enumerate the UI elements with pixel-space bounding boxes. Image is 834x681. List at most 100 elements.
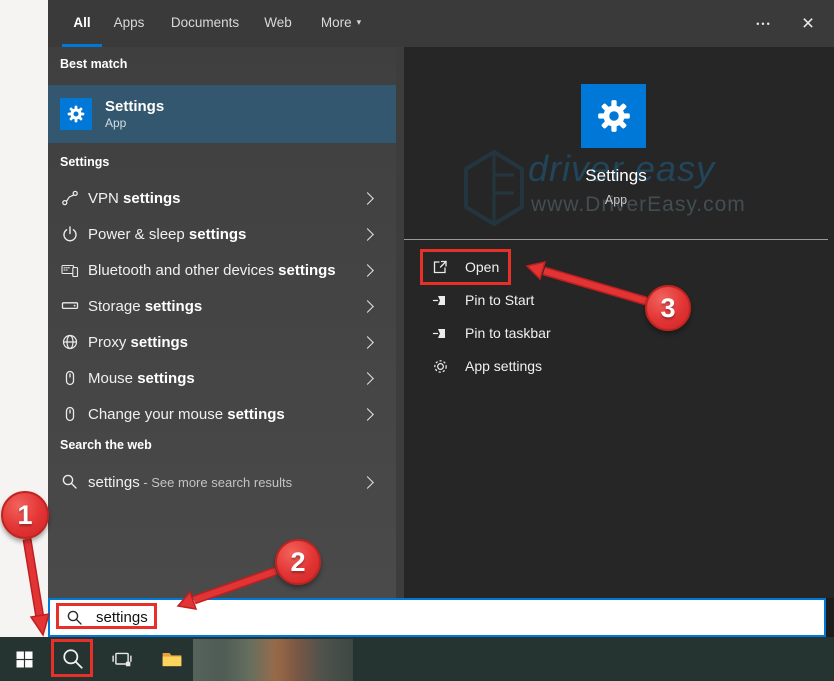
search-box[interactable] — [48, 598, 826, 637]
step-number: 2 — [290, 546, 306, 577]
pin-icon — [431, 291, 449, 309]
preview-panel: driver easy www.DriverEasy.com Settings … — [404, 47, 834, 598]
result-text-bold: settings — [130, 333, 189, 351]
tab-all[interactable]: All — [62, 0, 102, 47]
tab-more[interactable]: More ▾ — [314, 0, 368, 44]
close-icon[interactable]: × — [788, 0, 828, 47]
tab-more-label: More — [320, 14, 352, 30]
result-text-pre: Mouse — [88, 369, 138, 387]
step-number: 3 — [660, 292, 676, 323]
result-text-pre: Storage — [88, 297, 145, 315]
settings-section-header: Settings — [60, 155, 110, 169]
chevron-right-icon[interactable] — [361, 407, 374, 421]
action-pin-to-taskbar[interactable]: Pin to taskbar — [404, 317, 834, 349]
result-storage-settings[interactable]: Storage settings — [48, 288, 396, 324]
chevron-right-icon[interactable] — [361, 299, 374, 313]
action-label: Pin to Start — [465, 292, 535, 308]
result-web-search[interactable]: settings - See more search results — [48, 464, 396, 500]
action-pin-to-start[interactable]: Pin to Start — [404, 284, 834, 316]
devices-icon — [61, 261, 79, 279]
search-input[interactable] — [94, 608, 748, 627]
result-text-bold: settings — [188, 225, 247, 243]
mouse-icon — [61, 369, 79, 387]
tab-apps[interactable]: Apps — [112, 0, 146, 44]
action-app-settings[interactable]: App settings — [404, 350, 834, 382]
result-text: Mouse settings — [88, 370, 195, 387]
best-match-text: Settings App — [105, 97, 164, 131]
result-text: Storage settings — [88, 298, 202, 315]
vpn-icon — [61, 189, 79, 207]
settings-app-tile — [60, 98, 92, 130]
result-vpn-settings[interactable]: VPN settings — [48, 180, 396, 216]
result-change-mouse-settings[interactable]: Change your mouse settings — [48, 396, 396, 432]
windows-search-screen: All Apps Documents Web More ▾ ••• × Best … — [0, 0, 834, 681]
result-text-pre: Bluetooth and other devices — [88, 261, 279, 279]
result-bluetooth-devices-settings[interactable]: Bluetooth and other devices settings — [48, 252, 396, 288]
windows-logo-icon — [16, 651, 32, 667]
tab-apps-label: Apps — [113, 14, 145, 30]
chevron-right-icon[interactable] — [361, 371, 374, 385]
tab-web-label: Web — [264, 14, 292, 30]
result-text-pre: Change your mouse — [88, 405, 228, 423]
desktop-background — [0, 0, 48, 637]
result-text: Proxy settings — [88, 334, 188, 351]
result-proxy-settings[interactable]: Proxy settings — [48, 324, 396, 360]
result-text-bold: settings — [144, 297, 203, 315]
best-match-subtitle: App — [105, 116, 127, 130]
result-text: Bluetooth and other devices settings — [88, 262, 336, 279]
results-panel: Best match Settings App Settings VPN set… — [48, 47, 396, 598]
annotation-step-3: 3 — [645, 285, 691, 331]
gear-icon — [431, 357, 449, 375]
annotation-box-open — [420, 249, 511, 285]
search-tabs-bar: All Apps Documents Web More ▾ ••• × — [48, 0, 834, 47]
action-label: Pin to taskbar — [465, 325, 551, 341]
thumbnail-blur — [193, 639, 353, 681]
preview-app-subtitle: App — [604, 193, 628, 207]
start-button[interactable] — [4, 637, 44, 681]
task-view-button[interactable] — [102, 637, 142, 681]
chevron-right-icon[interactable] — [361, 191, 374, 205]
result-power-sleep-settings[interactable]: Power & sleep settings — [48, 216, 396, 252]
action-label: App settings — [465, 358, 543, 374]
file-explorer-button[interactable] — [152, 637, 192, 681]
chevron-right-icon[interactable] — [361, 227, 374, 241]
best-match-title: Settings — [105, 98, 165, 115]
web-suffix: - See more search results — [139, 474, 293, 490]
screen-edge — [826, 598, 834, 637]
tab-documents-label: Documents — [170, 14, 240, 30]
mouse-icon — [61, 405, 79, 423]
result-mouse-settings[interactable]: Mouse settings — [48, 360, 396, 396]
result-text-pre: VPN — [88, 189, 124, 207]
settings-app-tile-large — [581, 84, 646, 148]
chevron-right-icon[interactable] — [361, 475, 374, 489]
taskbar-app-thumbnail[interactable] — [193, 639, 353, 681]
search-web-header: Search the web — [60, 438, 152, 452]
preview-app-title: Settings — [585, 166, 647, 185]
annotation-box-search-query — [56, 603, 157, 629]
gear-icon — [597, 100, 630, 132]
annotation-step-2: 2 — [275, 539, 321, 585]
annotation-box-taskbar-search — [51, 639, 93, 677]
chevron-right-icon[interactable] — [361, 263, 374, 277]
tab-documents[interactable]: Documents — [170, 0, 240, 44]
more-options-icon[interactable]: ••• — [746, 0, 782, 47]
power-icon — [61, 225, 79, 243]
result-text-bold: settings — [278, 261, 336, 279]
search-flyout: All Apps Documents Web More ▾ ••• × Best … — [48, 0, 834, 598]
gear-icon — [67, 105, 85, 123]
tab-web[interactable]: Web — [262, 0, 294, 44]
drivereasy-logo-watermark — [464, 149, 524, 227]
folder-icon — [162, 652, 182, 667]
tab-all-label: All — [73, 14, 91, 30]
chevron-down-icon: ▾ — [356, 16, 362, 27]
annotation-step-1: 1 — [1, 491, 49, 539]
chevron-right-icon[interactable] — [361, 335, 374, 349]
taskbar — [0, 637, 834, 681]
best-match-result-settings[interactable]: Settings App — [48, 85, 396, 143]
panel-divider — [396, 47, 404, 598]
result-text-pre: Proxy — [88, 333, 131, 351]
storage-icon — [61, 297, 79, 315]
actions-divider — [404, 239, 828, 240]
result-text-pre: Power & sleep — [88, 225, 189, 243]
result-text: Change your mouse settings — [88, 406, 285, 423]
